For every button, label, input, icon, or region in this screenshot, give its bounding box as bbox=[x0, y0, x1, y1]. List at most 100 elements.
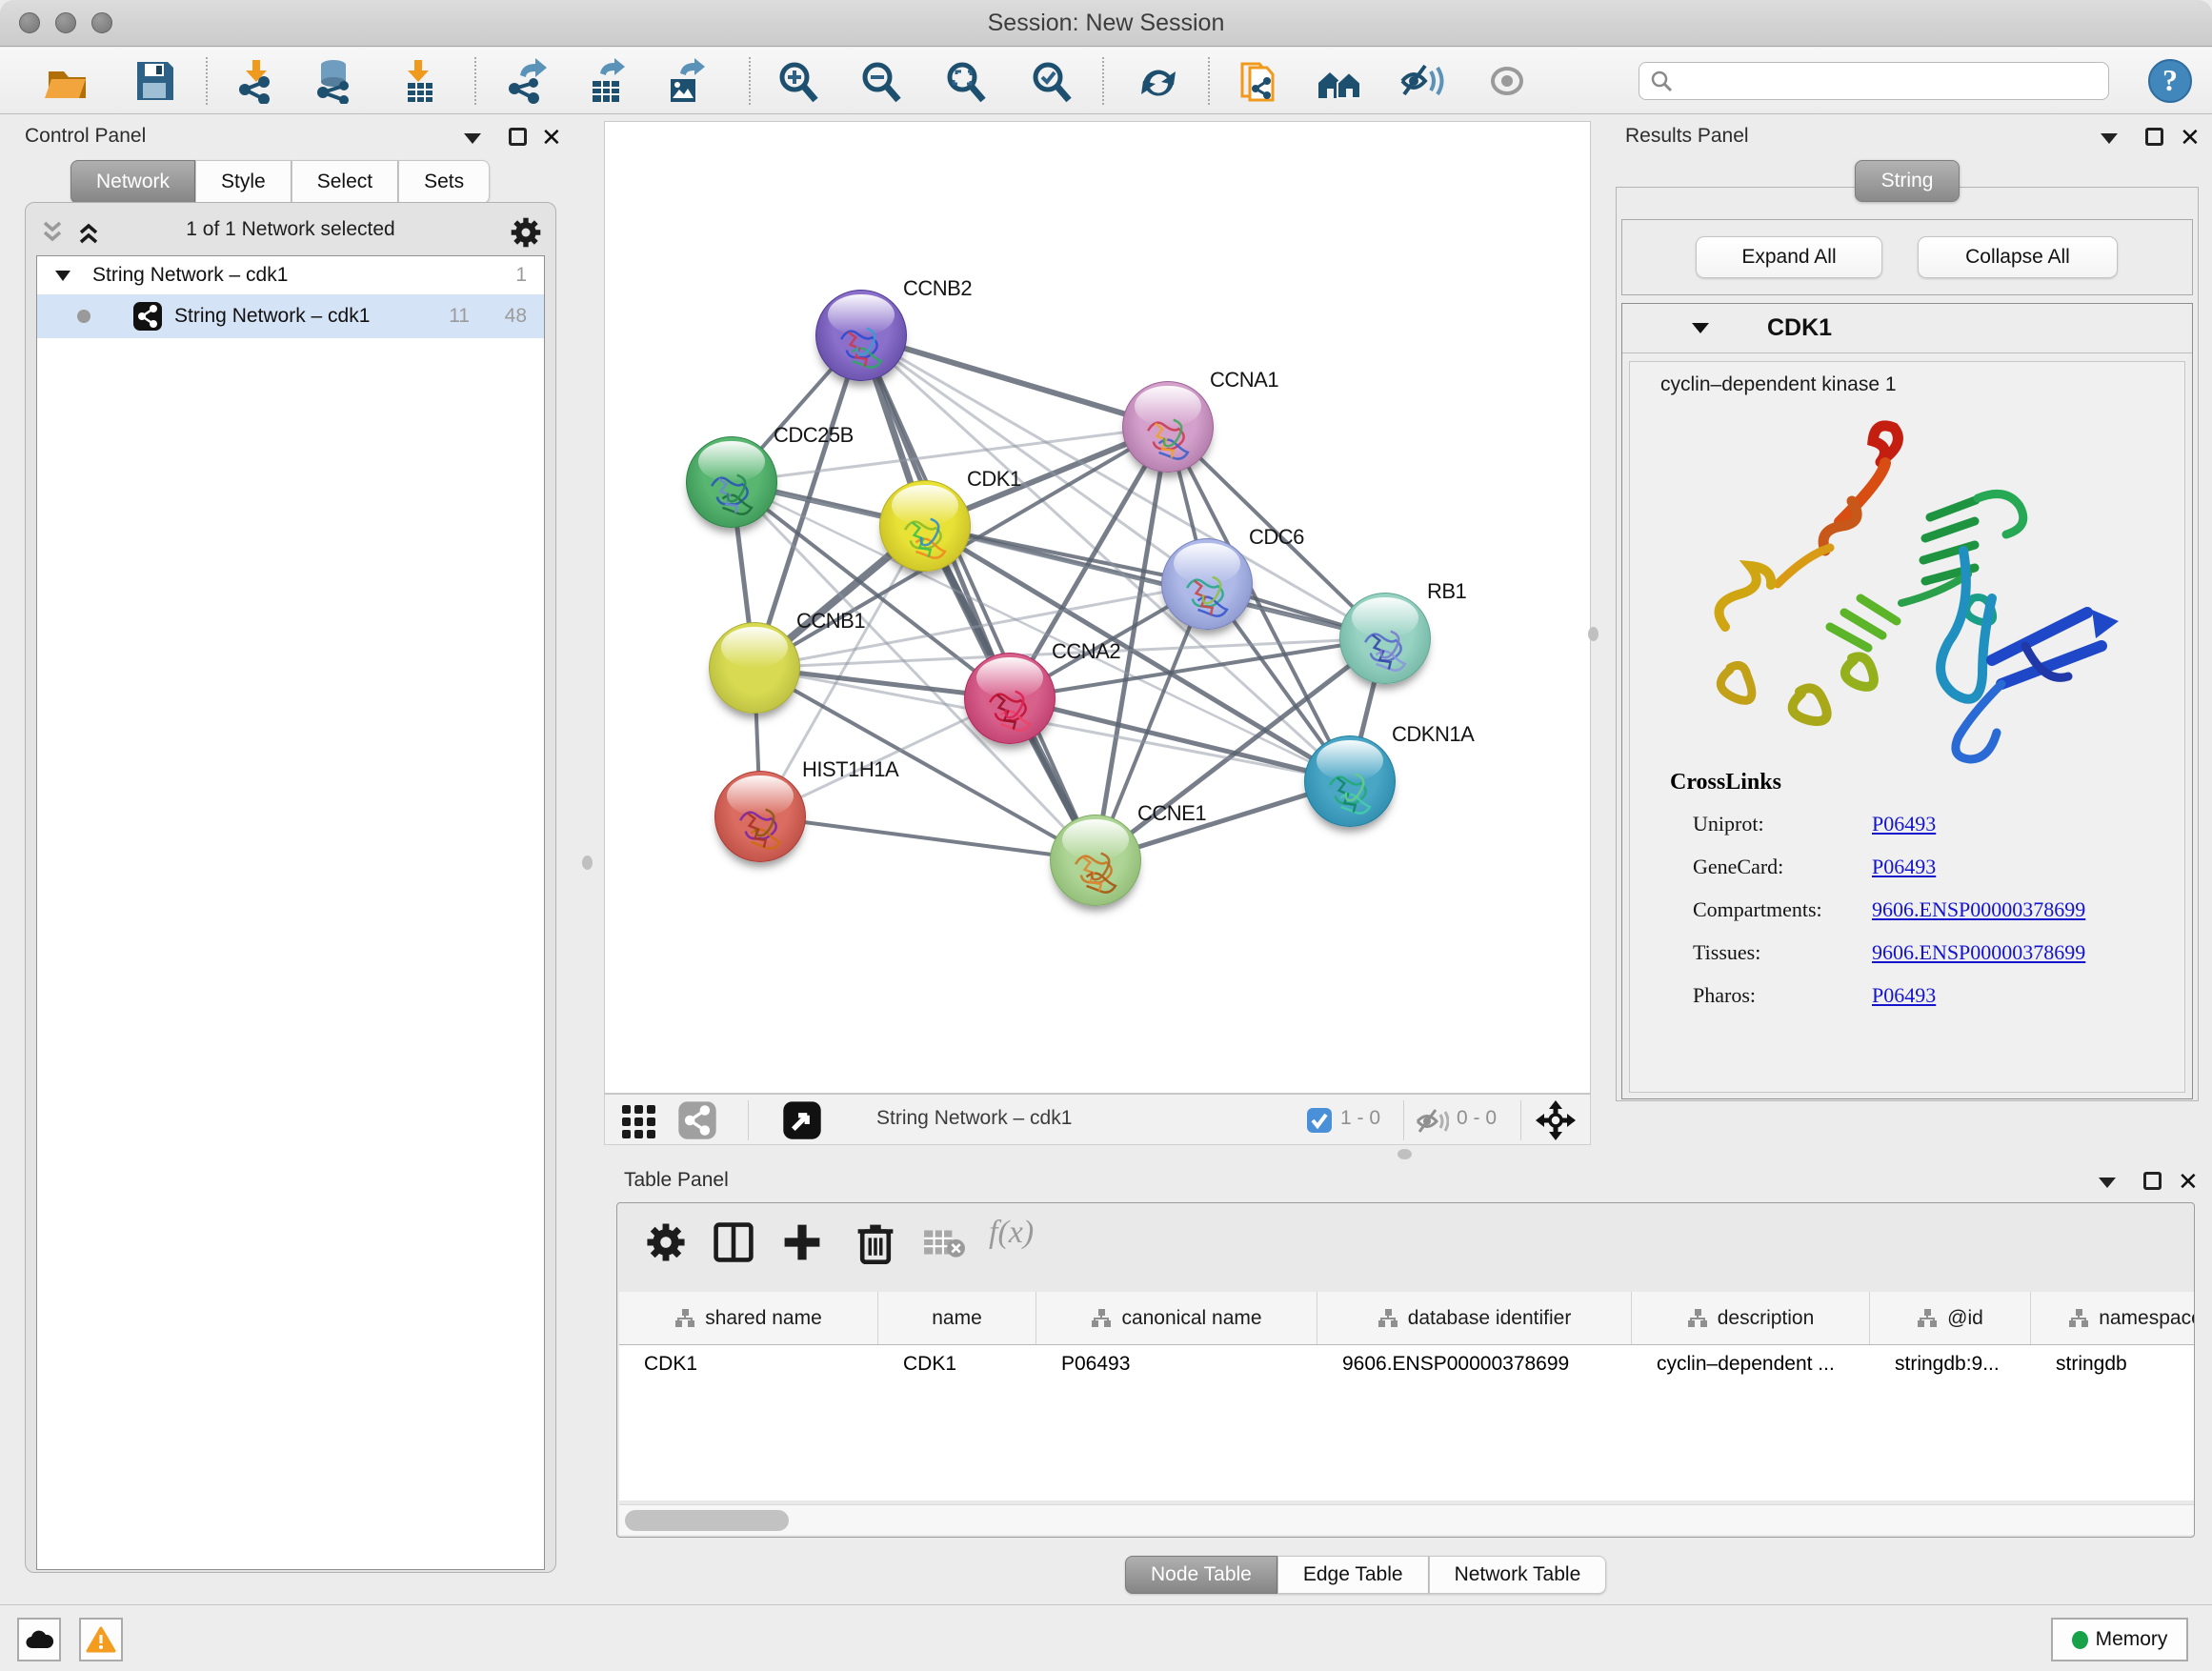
results-panel-float-icon[interactable] bbox=[2145, 128, 2163, 146]
column-header-database-identifier[interactable]: database identifier bbox=[1317, 1292, 1632, 1344]
help-icon[interactable]: ? bbox=[2147, 58, 2193, 104]
table-cell[interactable]: CDK1 bbox=[878, 1353, 1036, 1376]
column-header-description[interactable]: description bbox=[1632, 1292, 1870, 1344]
document-network-icon[interactable] bbox=[1235, 58, 1284, 104]
control-panel-float-icon[interactable] bbox=[509, 128, 527, 146]
birds-eye-view-icon[interactable] bbox=[782, 1100, 822, 1140]
protein-section-header[interactable]: CDK1 bbox=[1622, 304, 2192, 353]
delete-columns-trash-icon[interactable] bbox=[854, 1220, 897, 1264]
node-CCNA2[interactable] bbox=[964, 653, 1056, 744]
results-panel-close-icon[interactable]: ✕ bbox=[2180, 128, 2201, 147]
import-database-icon[interactable] bbox=[311, 58, 360, 104]
network-collection-row[interactable]: String Network – cdk1 1 bbox=[37, 256, 544, 294]
network-options-gear-icon[interactable] bbox=[509, 215, 543, 250]
scrollbar-thumb[interactable] bbox=[625, 1510, 789, 1531]
crosslink-link[interactable]: P06493 bbox=[1872, 855, 1936, 897]
open-session-icon[interactable] bbox=[44, 58, 93, 104]
memory-button[interactable]: Memory bbox=[2051, 1618, 2188, 1661]
table-cell[interactable]: stringdb bbox=[2031, 1353, 2194, 1376]
zoom-in-icon[interactable] bbox=[774, 58, 823, 104]
save-session-icon[interactable] bbox=[130, 58, 179, 104]
import-table-icon[interactable] bbox=[394, 58, 444, 104]
search-input[interactable] bbox=[1674, 70, 2083, 92]
selected-checkbox-icon[interactable] bbox=[1306, 1107, 1333, 1134]
refresh-layout-icon[interactable] bbox=[1134, 58, 1183, 104]
create-column-icon[interactable] bbox=[780, 1220, 824, 1264]
tab-sets[interactable]: Sets bbox=[398, 160, 490, 204]
search-field[interactable] bbox=[1639, 62, 2109, 100]
node-CDC6[interactable] bbox=[1161, 538, 1253, 630]
table-cell[interactable]: stringdb:9... bbox=[1870, 1353, 2031, 1376]
collection-expanded-icon[interactable] bbox=[52, 265, 73, 286]
table-cell[interactable]: 9606.ENSP00000378699 bbox=[1317, 1353, 1632, 1376]
table-cell[interactable]: P06493 bbox=[1036, 1353, 1317, 1376]
tab-node-table[interactable]: Node Table bbox=[1125, 1556, 1277, 1594]
node-HIST1H1A[interactable] bbox=[714, 771, 806, 862]
collapse-all-button[interactable]: Collapse All bbox=[1918, 236, 2118, 278]
table-cell[interactable]: CDK1 bbox=[619, 1353, 878, 1376]
node-CDC25B[interactable] bbox=[686, 436, 777, 528]
node-CDKN1A[interactable] bbox=[1304, 735, 1396, 827]
node-CCNB1[interactable] bbox=[709, 622, 800, 714]
node-CCNE1[interactable] bbox=[1050, 815, 1141, 906]
tab-string[interactable]: String bbox=[1855, 160, 1960, 202]
home-icon[interactable] bbox=[1315, 58, 1364, 104]
results-panel-menu-icon[interactable] bbox=[2101, 133, 2118, 144]
export-table-icon[interactable] bbox=[583, 58, 633, 104]
node-CCNB2[interactable] bbox=[815, 290, 907, 381]
node-table[interactable]: shared namenamecanonical namedatabase id… bbox=[619, 1292, 2194, 1500]
control-panel-menu-icon[interactable] bbox=[464, 133, 481, 144]
left-splitter-handle[interactable] bbox=[582, 856, 593, 870]
network-canvas[interactable]: CCNB2CCNA1CDC25BCDK1CDC6RB1CCNB1CCNA2CDK… bbox=[604, 121, 1591, 1094]
bottom-splitter-handle[interactable] bbox=[1398, 1149, 1412, 1159]
edge-CCNB2-CCNA1[interactable] bbox=[861, 335, 1168, 427]
network-row[interactable]: String Network – cdk1 11 48 bbox=[37, 294, 544, 338]
zoom-selected-icon[interactable] bbox=[1027, 58, 1076, 104]
show-columns-icon[interactable] bbox=[712, 1220, 755, 1264]
column-header--id[interactable]: @id bbox=[1870, 1292, 2031, 1344]
table-horizontal-scrollbar[interactable] bbox=[619, 1504, 2194, 1535]
zoom-fit-icon[interactable] bbox=[941, 58, 991, 104]
crosslink-link[interactable]: 9606.ENSP00000378699 bbox=[1872, 897, 2085, 940]
edge-HIST1H1A-CCNE1[interactable] bbox=[760, 816, 1096, 860]
table-panel-title: Table Panel bbox=[624, 1169, 729, 1192]
warnings-button[interactable] bbox=[79, 1618, 123, 1661]
export-image-icon[interactable] bbox=[661, 58, 711, 104]
expand-all-button[interactable]: Expand All bbox=[1696, 236, 1882, 278]
grid-view-icon[interactable] bbox=[620, 1101, 658, 1139]
node-CCNA1[interactable] bbox=[1122, 381, 1214, 473]
node-RB1[interactable] bbox=[1339, 593, 1431, 684]
fit-content-crosshair-icon[interactable] bbox=[1535, 1099, 1577, 1141]
column-header-canonical-name[interactable]: canonical name bbox=[1036, 1292, 1317, 1344]
zoom-out-icon[interactable] bbox=[856, 58, 906, 104]
column-header-name[interactable]: name bbox=[878, 1292, 1036, 1344]
section-collapse-icon[interactable] bbox=[1692, 323, 1709, 333]
tab-edge-table[interactable]: Edge Table bbox=[1277, 1556, 1429, 1594]
show-all-icon[interactable] bbox=[1482, 58, 1532, 104]
control-panel-close-icon[interactable]: ✕ bbox=[541, 128, 562, 147]
table-panel-close-icon[interactable]: ✕ bbox=[2178, 1172, 2199, 1191]
tab-style[interactable]: Style bbox=[195, 160, 292, 204]
table-panel-float-icon[interactable] bbox=[2143, 1172, 2162, 1190]
hide-selected-icon[interactable] bbox=[1398, 58, 1448, 104]
table-panel-menu-icon[interactable] bbox=[2099, 1178, 2116, 1188]
crosslink-link[interactable]: P06493 bbox=[1872, 812, 1936, 855]
crosslink-link[interactable]: P06493 bbox=[1872, 983, 1936, 1026]
import-network-icon[interactable] bbox=[232, 58, 282, 104]
table-row[interactable]: CDK1CDK1P064939606.ENSP00000378699cyclin… bbox=[619, 1345, 2194, 1383]
export-network-icon[interactable] bbox=[503, 58, 553, 104]
network-view-icon[interactable] bbox=[677, 1100, 717, 1140]
tab-network[interactable]: Network bbox=[70, 160, 195, 204]
tab-select[interactable]: Select bbox=[292, 160, 398, 204]
column-header-namespace[interactable]: namespace bbox=[2031, 1292, 2194, 1344]
node-CDK1[interactable] bbox=[879, 480, 971, 572]
crosslink-link[interactable]: 9606.ENSP00000378699 bbox=[1872, 940, 2085, 983]
string-network-icon bbox=[132, 301, 163, 332]
cloud-status-button[interactable] bbox=[17, 1618, 61, 1661]
protein-structure-thumbnail bbox=[1349, 608, 1421, 680]
table-settings-gear-icon[interactable] bbox=[644, 1220, 688, 1264]
tab-network-table[interactable]: Network Table bbox=[1429, 1556, 1607, 1594]
right-splitter-handle[interactable] bbox=[1588, 627, 1599, 641]
column-header-shared-name[interactable]: shared name bbox=[619, 1292, 878, 1344]
table-cell[interactable]: cyclin–dependent ... bbox=[1632, 1353, 1870, 1376]
